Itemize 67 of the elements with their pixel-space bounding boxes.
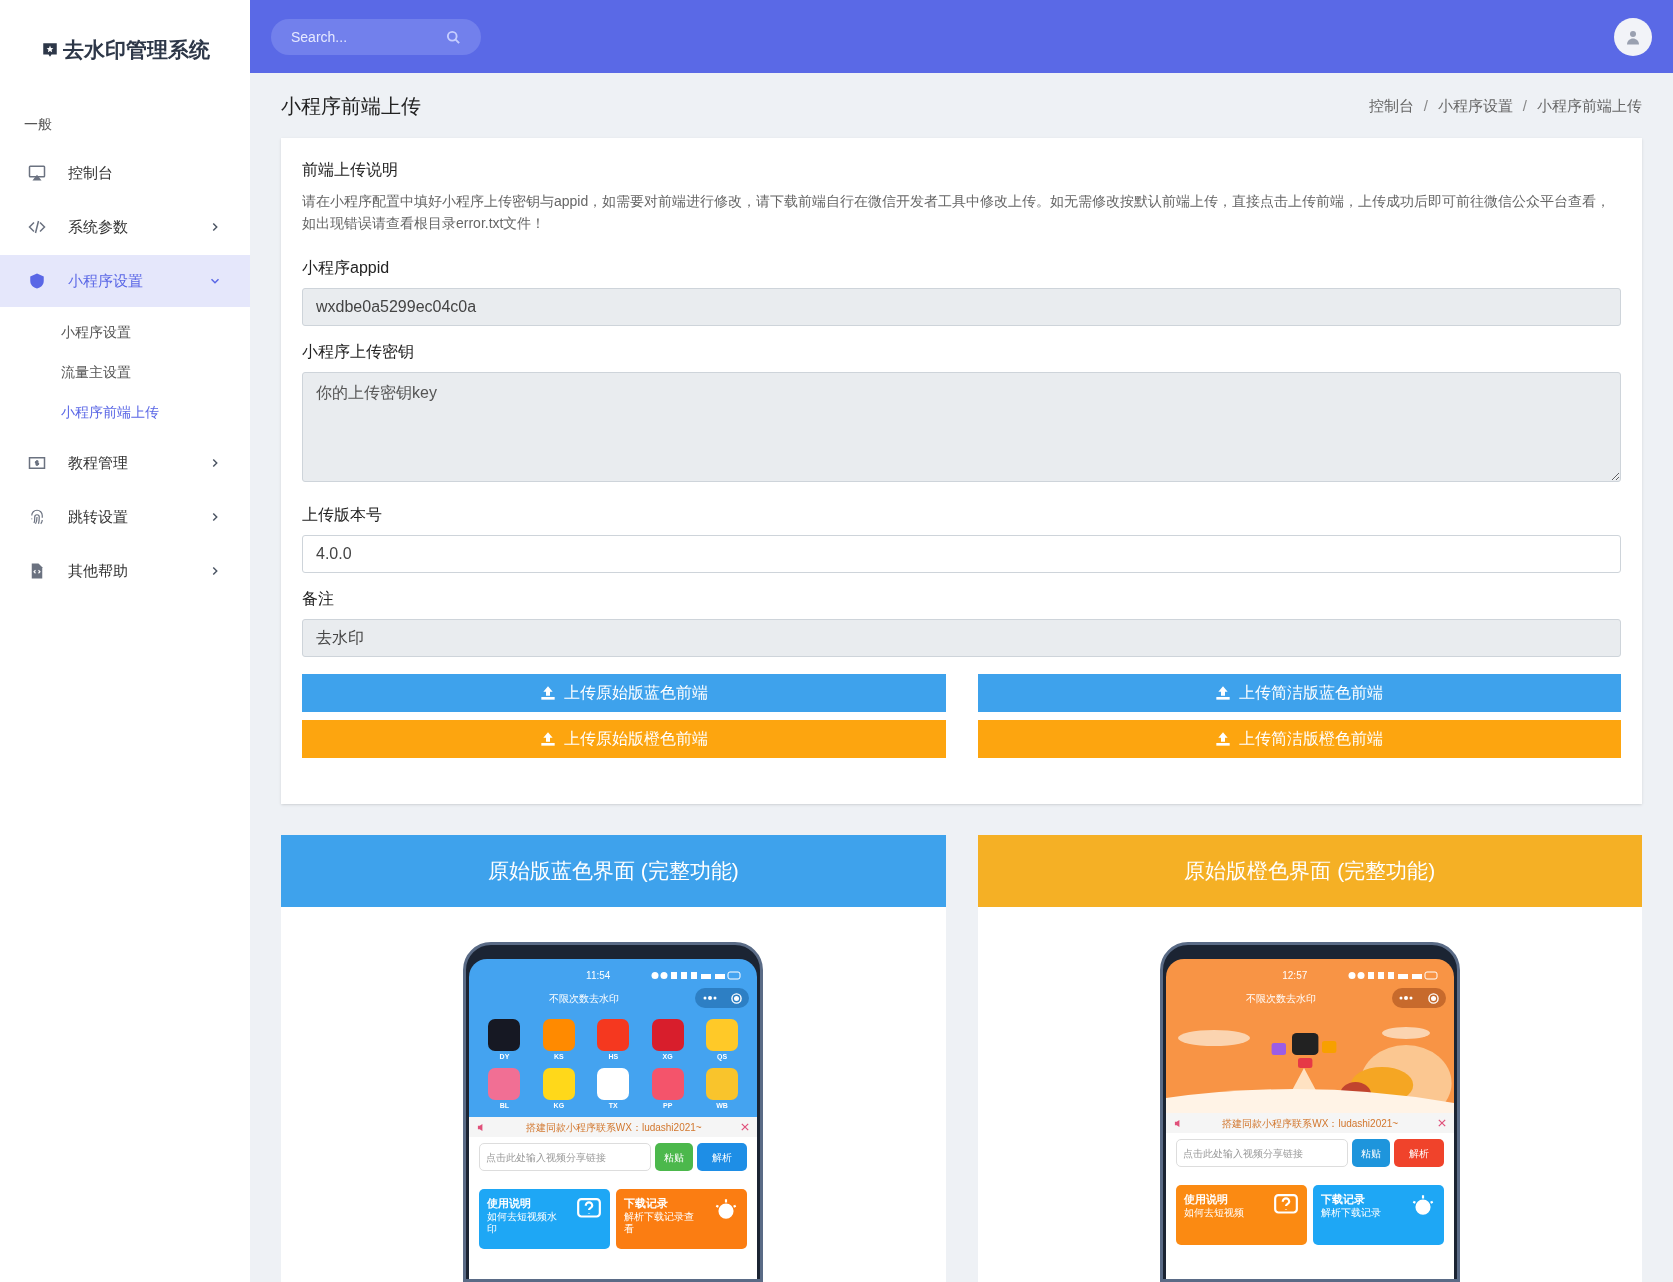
preview-header: 原始版蓝色界面 (完整功能) <box>281 835 946 907</box>
logo-icon <box>40 41 59 59</box>
more-icon <box>702 996 717 1000</box>
paste-button[interactable]: 粘贴 <box>1351 1139 1390 1167</box>
sidebar-item[interactable]: 系统参数 <box>0 201 250 253</box>
paste-button[interactable]: 粘贴 <box>655 1143 694 1171</box>
notice-text: 搭建同款小程序联系WX：ludashi2021~ <box>1221 1116 1400 1131</box>
notice-paragraph: 请在小程序配置中填好小程序上传密钥与appid，如需要对前端进行修改，请下载前端自行在微信开发者工具中修改上传。如无需修改按默认前端上传，直接点击上传前端，上传成功后即可前往微信公众平台查看，如出现错误请查看根目录error.txt文件！ <box>302 192 1612 233</box>
page-title: 小程序前端上传 <box>281 94 421 119</box>
sidebar-item[interactable]: 小程序设置 <box>0 255 250 307</box>
breadcrumb-link[interactable]: 小程序前端上传 <box>1537 94 1642 118</box>
sidebar-item[interactable]: 其他帮助 <box>0 545 250 597</box>
field-label: 上传版本号 <box>302 505 382 525</box>
notice-title: 前端上传说明 <box>302 160 399 180</box>
money-icon <box>28 454 46 472</box>
status-icons-icon <box>651 970 742 980</box>
notice-text: 搭建同款小程序联系WX：ludashi2021~ <box>524 1120 703 1135</box>
field-label: 备注 <box>302 589 334 609</box>
shield-icon <box>28 272 46 290</box>
user-avatar[interactable] <box>1614 17 1652 56</box>
breadcrumb-separator: / <box>1522 95 1527 116</box>
upload-icon <box>1215 731 1232 747</box>
sidebar-item[interactable]: 跳转设置 <box>0 491 250 543</box>
app-logo: 去水印管理系统 <box>62 37 210 64</box>
parse-button[interactable]: 解析 <box>697 1143 748 1171</box>
status-time: 11:54 <box>586 968 611 983</box>
parse-button[interactable]: 解析 <box>1393 1139 1444 1167</box>
breadcrumb-separator: / <box>1423 95 1428 116</box>
upload-button[interactable]: 上传原始版蓝色前端 <box>302 674 946 712</box>
submenu-item[interactable]: 小程序设置 <box>61 321 131 343</box>
link-input-field[interactable]: 点击此处输入视频分享链接 <box>479 1143 652 1171</box>
upload-icon <box>1215 685 1232 701</box>
upload-icon <box>539 731 556 747</box>
field-label: 小程序appid <box>302 258 390 278</box>
breadcrumb-link[interactable]: 控制台 <box>1368 94 1414 118</box>
capsule-menu[interactable] <box>695 988 750 1008</box>
close-icon[interactable] <box>1437 1119 1446 1127</box>
preview-header: 原始版橙色界面 (完整功能) <box>977 835 1642 907</box>
fingerprint-icon <box>28 508 46 526</box>
status-time: 12:57 <box>1282 968 1308 983</box>
breadcrumb-link[interactable]: 小程序设置 <box>1437 94 1513 118</box>
close-circle-icon <box>731 992 742 1004</box>
text-input-field[interactable]: 4.0.0 <box>302 535 1621 573</box>
close-circle-icon <box>1427 992 1439 1004</box>
search-icon <box>446 29 461 45</box>
feature-card[interactable]: 下载记录 解析下载记录 <box>1312 1185 1444 1245</box>
close-icon[interactable] <box>741 1123 750 1131</box>
feature-card[interactable]: 下载记录 解析下载记录查看 <box>616 1189 748 1249</box>
link-input-field[interactable]: 点击此处输入视频分享链接 <box>1175 1139 1348 1167</box>
field-label: 小程序上传密钥 <box>302 342 414 362</box>
app-title: 不限次数去水印 <box>549 991 620 1006</box>
app-title: 不限次数去水印 <box>1245 991 1316 1006</box>
code-icon <box>28 218 46 236</box>
upload-button[interactable]: 上传简洁版蓝色前端 <box>977 674 1621 712</box>
feature-card[interactable]: 使用说明 如何去短视频水印 <box>479 1189 611 1249</box>
upload-icon <box>539 685 556 701</box>
submenu-item[interactable]: 小程序前端上传 <box>61 401 159 423</box>
section-label: 一般 <box>24 116 52 132</box>
more-icon <box>1399 996 1413 1000</box>
monitor-icon <box>28 164 46 182</box>
sidebar-item[interactable]: 教程管理 <box>0 437 250 489</box>
submenu-item[interactable]: 流量主设置 <box>61 361 131 383</box>
status-icons-icon <box>1347 970 1438 980</box>
search-field[interactable]: Search... <box>271 18 481 55</box>
sidebar-item[interactable]: 控制台 <box>0 147 250 199</box>
feature-card[interactable]: 使用说明 如何去短视频 <box>1175 1185 1307 1245</box>
capsule-menu[interactable] <box>1391 988 1446 1008</box>
